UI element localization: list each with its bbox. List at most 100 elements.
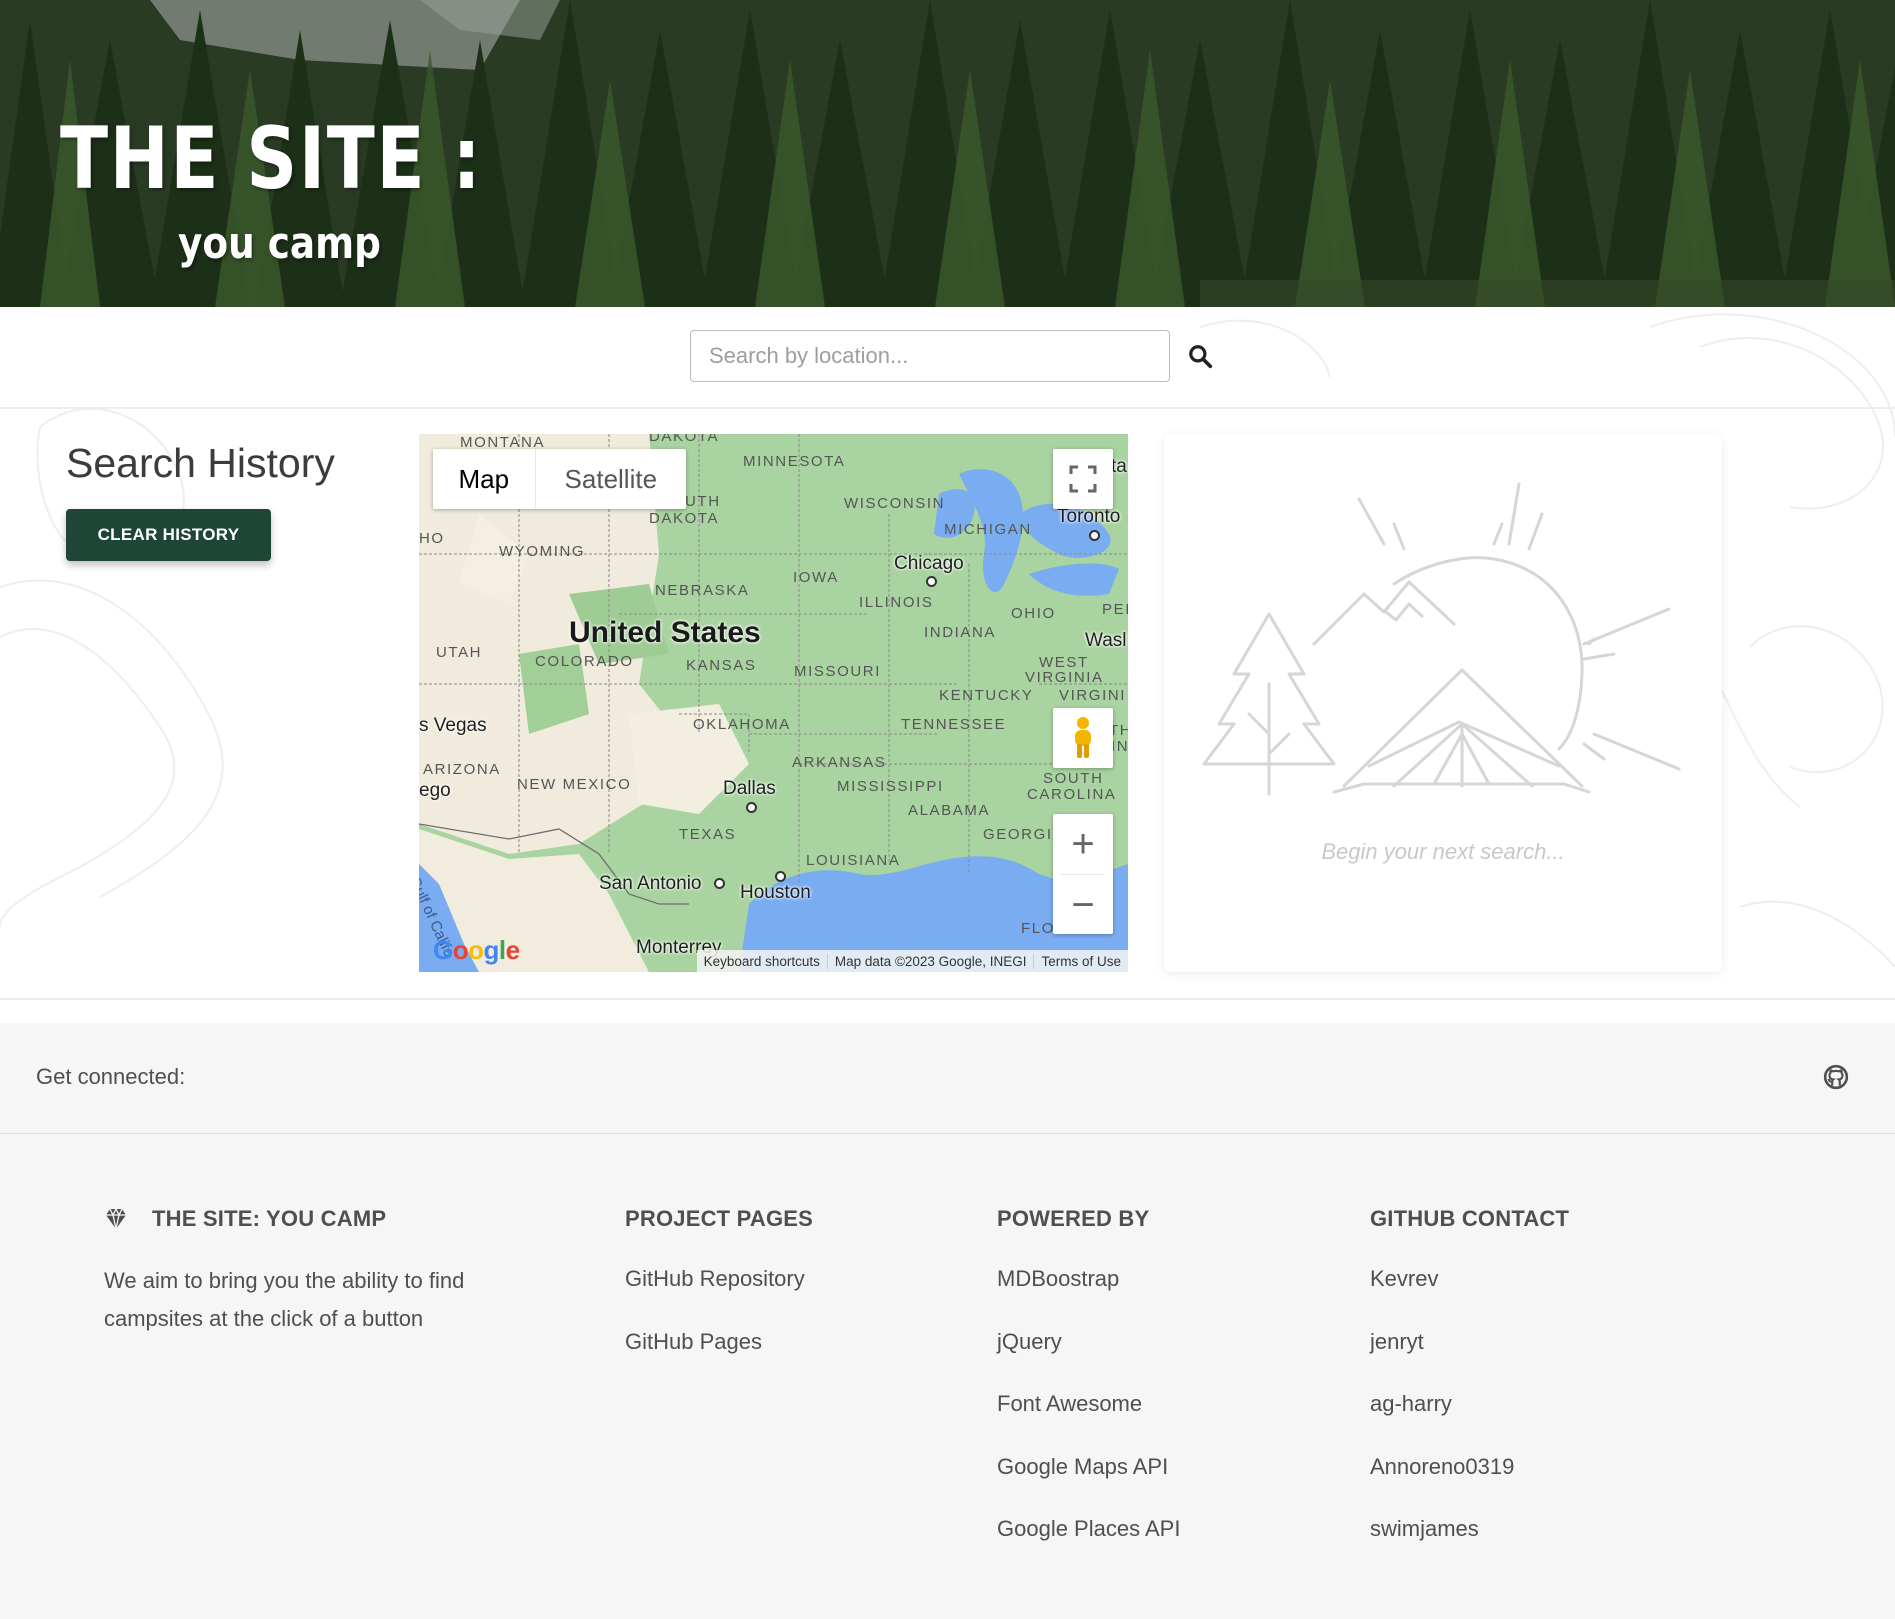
contact-jenryt-link[interactable]: jenryt	[1370, 1329, 1424, 1354]
map-label-state: FLO	[1021, 920, 1055, 937]
map-label-city: s Vegas	[419, 715, 487, 736]
map-label-state: OHIO	[1011, 605, 1056, 622]
map-label-state: MINNESOTA	[743, 453, 846, 470]
footer-brand-title: THE SITE: YOU CAMP	[152, 1206, 387, 1231]
site-subtitle: you camp	[178, 218, 381, 269]
map-label-state: MICHIGAN	[944, 521, 1032, 538]
google-maps-api-link[interactable]: Google Maps API	[997, 1454, 1168, 1479]
footer-col-brand: THE SITE: YOU CAMP We aim to bring you t…	[104, 1206, 544, 1338]
map-label-city: ta	[1111, 456, 1127, 477]
zoom-out-button[interactable]: −	[1053, 875, 1113, 935]
footer-col-contact: GITHUB CONTACT Kevrev jenryt ag-harry An…	[1370, 1206, 1569, 1579]
map-type-satellite-button[interactable]: Satellite	[534, 449, 686, 509]
map-label-city: San Antonio	[599, 873, 702, 894]
city-marker	[746, 802, 757, 813]
footer-link-item: MDBoostrap	[997, 1266, 1180, 1329]
map-label-state: KENTUCKY	[939, 687, 1034, 704]
search-button[interactable]	[1182, 338, 1218, 374]
footer-link-item: Kevrev	[1370, 1266, 1569, 1329]
footer-powered-links: MDBoostrap jQuery Font Awesome Google Ma…	[997, 1266, 1180, 1579]
keyboard-shortcuts-link[interactable]: Keyboard shortcuts	[697, 954, 827, 969]
fullscreen-icon	[1069, 465, 1097, 493]
footer-col-powered: POWERED BY MDBoostrap jQuery Font Awesom…	[997, 1206, 1180, 1579]
jquery-link[interactable]: jQuery	[997, 1329, 1062, 1354]
map-type-control: Map Satellite	[433, 449, 686, 509]
divider	[0, 998, 1895, 1000]
footer-link-item: GitHub Pages	[625, 1329, 813, 1392]
footer-brand-description: We aim to bring you the ability to find …	[104, 1268, 465, 1331]
search-icon	[1189, 345, 1213, 369]
footer-link-item: jenryt	[1370, 1329, 1569, 1392]
contact-ag-harry-link[interactable]: ag-harry	[1370, 1391, 1452, 1416]
map-label-state: CAROLINA	[1027, 786, 1117, 803]
map-label-state: DAKOTA	[649, 434, 720, 445]
map-label-state: DAKOTA	[649, 510, 720, 527]
footer-link-item: GitHub Repository	[625, 1266, 813, 1329]
google-map[interactable]: MONTANA DAKOTA MINNESOTA WISCONSIN MICHI…	[419, 434, 1128, 972]
map-label-state: UTH	[685, 493, 721, 510]
github-link[interactable]	[1823, 1064, 1849, 1090]
map-label-state: NEBRASKA	[655, 582, 750, 599]
contact-annoreno0319-link[interactable]: Annoreno0319	[1370, 1454, 1514, 1479]
clear-history-button[interactable]: CLEAR HISTORY	[66, 509, 271, 561]
map-label-city: ego	[419, 780, 451, 801]
city-marker	[775, 871, 786, 882]
map-type-map-button[interactable]: Map	[433, 449, 535, 509]
map-label-state: COLORADO	[535, 653, 634, 670]
footer-contact-heading: GITHUB CONTACT	[1370, 1206, 1570, 1231]
font-awesome-link[interactable]: Font Awesome	[997, 1391, 1142, 1416]
footer-project-links: GitHub Repository GitHub Pages	[625, 1266, 813, 1391]
pegman-icon	[1075, 717, 1091, 758]
map-label-state: KANSAS	[686, 657, 757, 674]
github-repository-link[interactable]: GitHub Repository	[625, 1266, 805, 1291]
footer-link-item: ag-harry	[1370, 1391, 1569, 1454]
map-label-state: IOWA	[793, 569, 839, 586]
map-label-state: ALABAMA	[908, 802, 991, 819]
map-label-state: UTAH	[436, 644, 483, 661]
map-label-country: United States	[569, 616, 761, 649]
terms-of-use-link[interactable]: Terms of Use	[1033, 953, 1128, 969]
footer-link-item: jQuery	[997, 1329, 1180, 1392]
get-connected-label: Get connected:	[36, 1064, 186, 1089]
google-places-api-link[interactable]: Google Places API	[997, 1516, 1180, 1541]
map-label-state: IN	[1111, 738, 1128, 755]
mdbootstrap-link[interactable]: MDBoostrap	[997, 1266, 1119, 1291]
city-marker	[714, 878, 725, 889]
map-label-state: SOUTH	[1043, 770, 1104, 787]
map-label-state: PEI	[1102, 601, 1128, 618]
map-label-city: Toronto	[1057, 506, 1121, 527]
search-input[interactable]	[690, 330, 1170, 382]
hero-banner: THE SITE : you camp	[0, 0, 1895, 307]
map-label-state: ARKANSAS	[792, 754, 887, 771]
street-view-pegman[interactable]	[1053, 708, 1113, 768]
map-label-state: OKLAHOMA	[693, 716, 791, 733]
zoom-control: + −	[1053, 814, 1113, 934]
map-label-state: HO	[419, 530, 445, 547]
contact-swimjames-link[interactable]: swimjames	[1370, 1516, 1479, 1541]
map-label-city: Wasl	[1085, 630, 1127, 651]
map-label-state: ARIZONA	[423, 761, 501, 778]
results-card: Begin your next search...	[1164, 434, 1722, 972]
github-icon	[1823, 1064, 1849, 1090]
map-label-state: WISCONSIN	[844, 495, 946, 512]
footer-project-heading: PROJECT PAGES	[625, 1206, 814, 1231]
github-pages-link[interactable]: GitHub Pages	[625, 1329, 762, 1354]
zoom-in-button[interactable]: +	[1053, 814, 1113, 874]
fullscreen-button[interactable]	[1053, 449, 1113, 509]
map-label-state: WYOMING	[499, 543, 586, 560]
map-attribution: Keyboard shortcuts Map data ©2023 Google…	[696, 950, 1128, 972]
footer-powered-heading: POWERED BY	[997, 1206, 1150, 1231]
results-empty-text: Begin your next search...	[1321, 839, 1565, 864]
map-label-state: MISSOURI	[794, 663, 881, 680]
map-label-state: LOUISIANA	[806, 852, 901, 869]
map-label-city: Dallas	[723, 778, 776, 799]
footer-brand-heading: THE SITE: YOU CAMP	[104, 1206, 544, 1232]
footer-link-item: Google Maps API	[997, 1454, 1180, 1517]
footer-link-item: Google Places API	[997, 1516, 1180, 1579]
map-label-state: ILLINOIS	[859, 594, 934, 611]
contact-kevrev-link[interactable]: Kevrev	[1370, 1266, 1438, 1291]
map-label-state: GEORGI	[983, 826, 1053, 843]
map-data-text: Map data ©2023 Google, INEGI	[826, 953, 1034, 969]
google-logo: Google	[433, 935, 520, 965]
gem-icon	[106, 1208, 126, 1230]
